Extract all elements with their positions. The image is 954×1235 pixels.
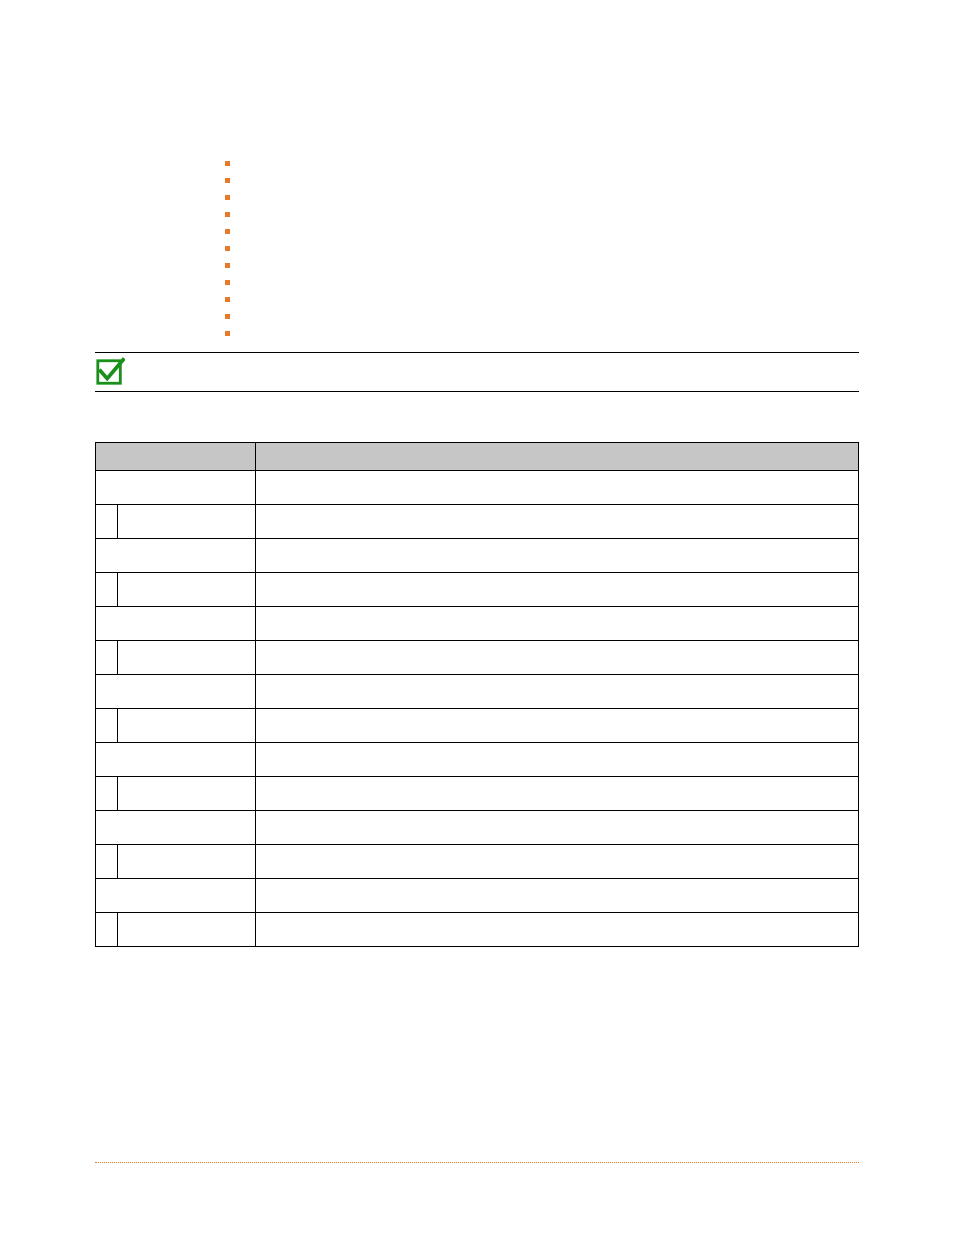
- table-cell: [256, 743, 859, 777]
- bullet-item: [225, 257, 859, 274]
- table-cell: [96, 675, 256, 709]
- table-cell: [256, 913, 859, 947]
- table-cell: [256, 845, 859, 879]
- table-row: [96, 573, 859, 607]
- table-spacer-cell: [96, 913, 118, 947]
- table-cell: [118, 505, 256, 539]
- table-spacer-cell: [96, 845, 118, 879]
- square-bullet-icon: [225, 331, 230, 336]
- square-bullet-icon: [225, 297, 230, 302]
- table-cell: [256, 505, 859, 539]
- bullet-item: [225, 325, 859, 342]
- table-cell: [96, 879, 256, 913]
- table-header-cell: [256, 443, 859, 471]
- table-cell: [118, 709, 256, 743]
- square-bullet-icon: [225, 280, 230, 285]
- bullet-item: [225, 240, 859, 257]
- table-cell: [256, 471, 859, 505]
- square-bullet-icon: [225, 161, 230, 166]
- table-header-row: [96, 443, 859, 471]
- table-spacer-cell: [96, 709, 118, 743]
- table-body: [96, 471, 859, 947]
- table-cell: [118, 777, 256, 811]
- table-cell: [118, 913, 256, 947]
- table-cell: [256, 641, 859, 675]
- square-bullet-icon: [225, 178, 230, 183]
- square-bullet-icon: [225, 263, 230, 268]
- bullet-item: [225, 172, 859, 189]
- table-row: [96, 539, 859, 573]
- table-row: [96, 913, 859, 947]
- bullet-item: [225, 274, 859, 291]
- bullet-item: [225, 223, 859, 240]
- table-row: [96, 505, 859, 539]
- bullet-item: [225, 189, 859, 206]
- table-row: [96, 845, 859, 879]
- table-row: [96, 675, 859, 709]
- section-heading: [95, 352, 859, 392]
- square-bullet-icon: [225, 314, 230, 319]
- square-bullet-icon: [225, 195, 230, 200]
- square-bullet-icon: [225, 212, 230, 217]
- table-row: [96, 811, 859, 845]
- bullet-list: [225, 155, 859, 342]
- table-spacer-cell: [96, 641, 118, 675]
- table-cell: [256, 777, 859, 811]
- checkbox-checked-icon: [95, 357, 125, 387]
- table-spacer-cell: [96, 777, 118, 811]
- table-cell: [96, 607, 256, 641]
- table-cell: [256, 811, 859, 845]
- table-cell: [96, 471, 256, 505]
- table-cell: [256, 879, 859, 913]
- table-cell: [118, 573, 256, 607]
- table-cell: [96, 539, 256, 573]
- divider: [95, 391, 859, 392]
- table-row: [96, 709, 859, 743]
- table-cell: [118, 845, 256, 879]
- table-cell: [256, 607, 859, 641]
- heading-row: [95, 353, 859, 391]
- table-row: [96, 607, 859, 641]
- table-spacer-cell: [96, 505, 118, 539]
- table-header-cell: [96, 443, 256, 471]
- document-page: [0, 0, 954, 1235]
- square-bullet-icon: [225, 246, 230, 251]
- table-cell: [256, 539, 859, 573]
- table-cell: [96, 811, 256, 845]
- table-row: [96, 777, 859, 811]
- bullet-item: [225, 206, 859, 223]
- table-row: [96, 471, 859, 505]
- table-cell: [256, 709, 859, 743]
- bullet-item: [225, 291, 859, 308]
- footer-divider: [95, 1162, 859, 1163]
- table-spacer-cell: [96, 573, 118, 607]
- table-cell: [256, 573, 859, 607]
- square-bullet-icon: [225, 229, 230, 234]
- table-row: [96, 641, 859, 675]
- table: [95, 442, 859, 947]
- table-cell: [256, 675, 859, 709]
- table-row: [96, 879, 859, 913]
- bullet-item: [225, 308, 859, 325]
- definition-table: [95, 442, 859, 947]
- bullet-item: [225, 155, 859, 172]
- table-cell: [96, 743, 256, 777]
- table-cell: [118, 641, 256, 675]
- table-row: [96, 743, 859, 777]
